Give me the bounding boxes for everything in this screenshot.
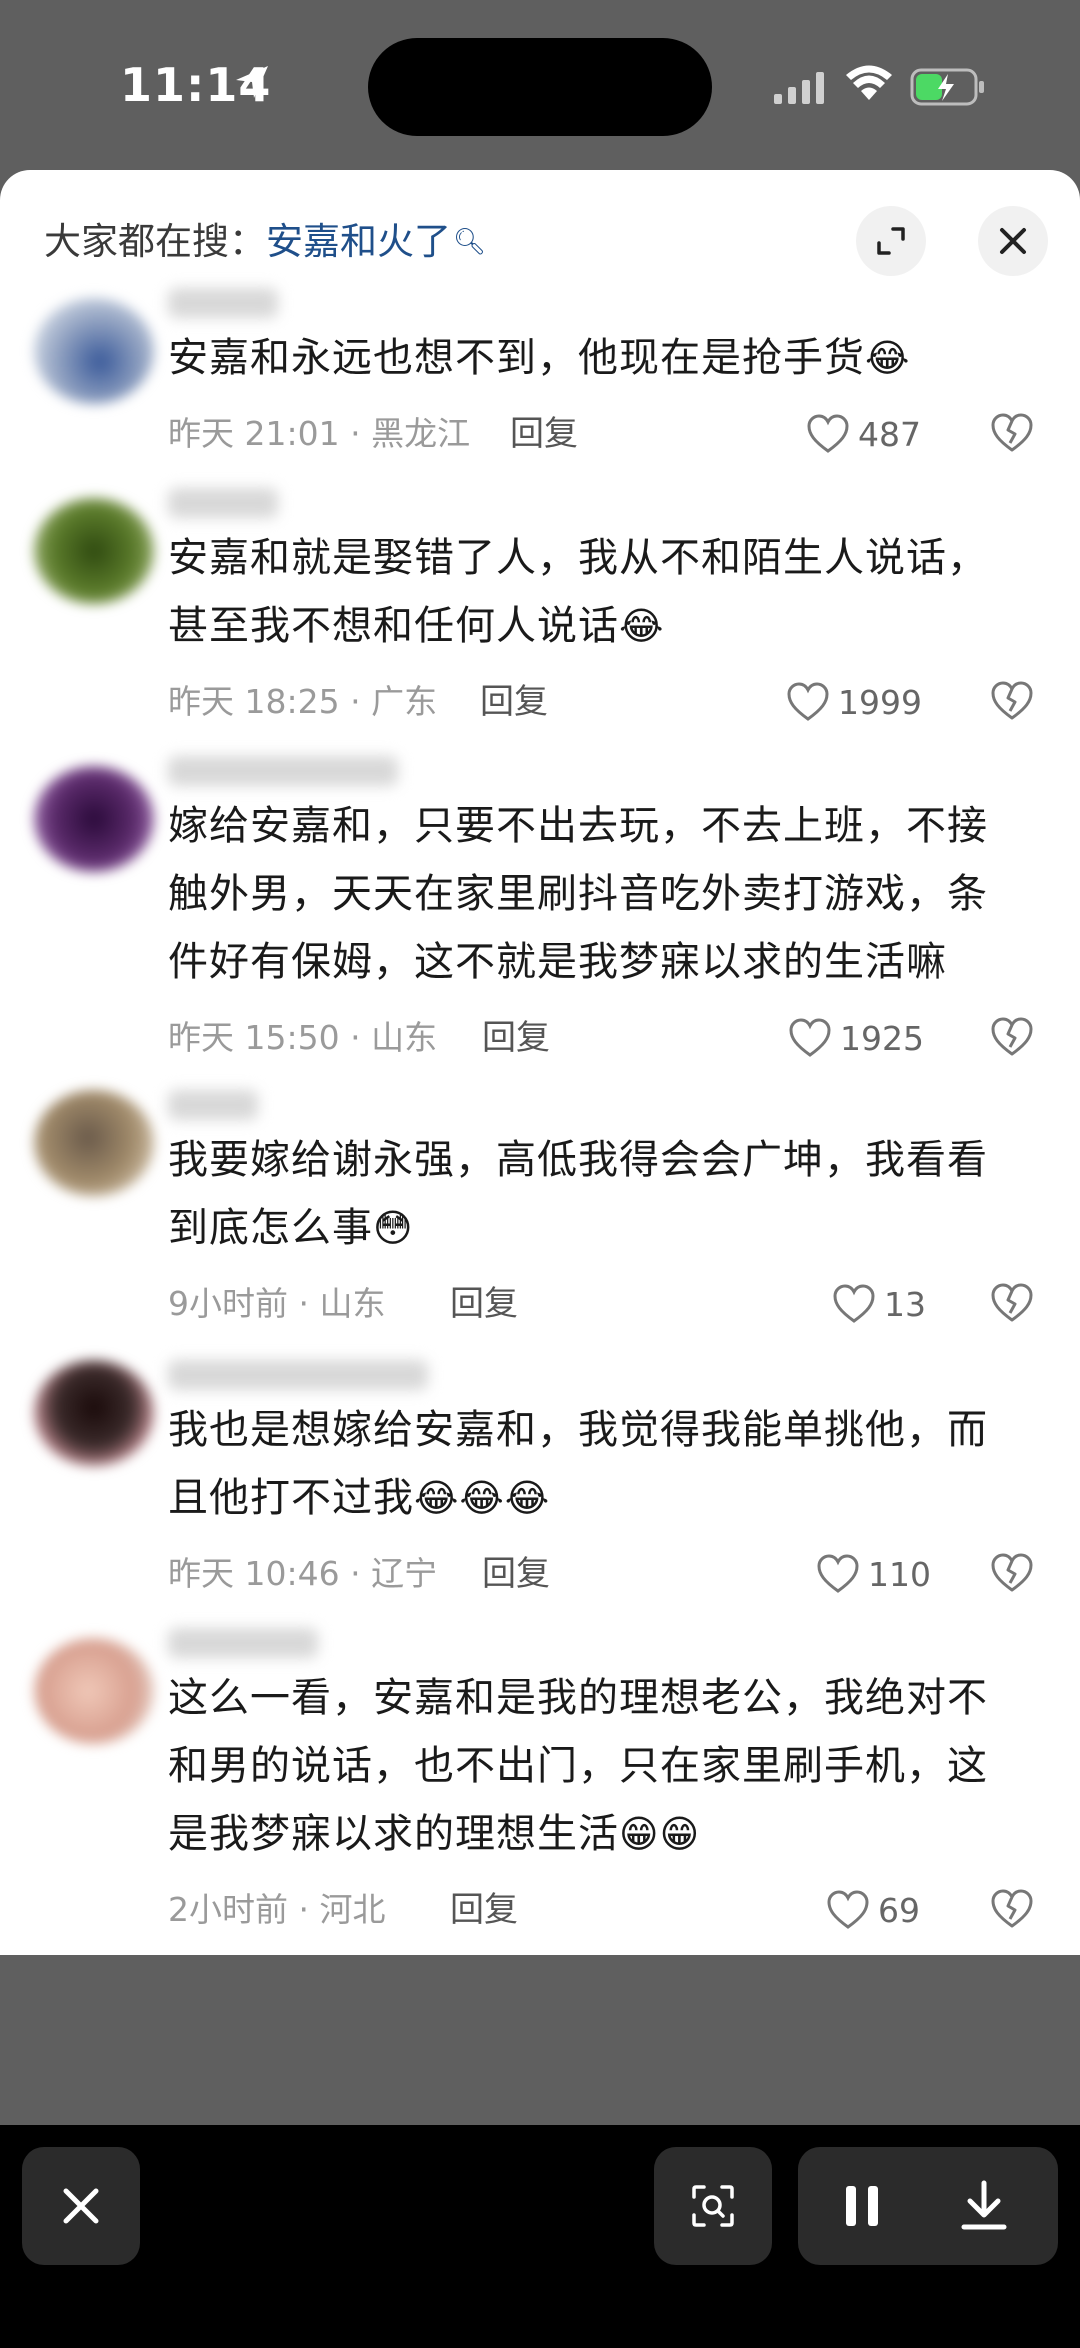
dislike-icon[interactable] — [990, 412, 1034, 454]
avatar[interactable] — [34, 1638, 154, 1744]
scan-icon — [692, 2185, 734, 2227]
emoji: 😂 — [619, 604, 665, 648]
like-count: 110 — [868, 1554, 931, 1594]
like-count: 1925 — [840, 1018, 924, 1058]
like-count: 1999 — [838, 682, 922, 722]
heart-icon — [817, 1554, 859, 1593]
playback-controls — [798, 2147, 1058, 2265]
close-sheet-button[interactable] — [978, 206, 1048, 276]
comment-text: 这么一看，安嘉和是我的理想老公，我绝对不和男的说话，也不出门，只在家里刷手机，这… — [168, 1675, 988, 1857]
wifi-icon — [846, 65, 892, 100]
dislike-icon[interactable] — [990, 680, 1034, 722]
location-arrow-icon — [236, 66, 268, 98]
comment-meta: 昨天 10:46 · 辽宁 — [168, 1554, 438, 1593]
heart-icon — [807, 414, 849, 453]
close-icon — [63, 2188, 99, 2224]
trending-search[interactable]: 大家都在搜：安嘉和火了🔍︎ — [44, 212, 486, 272]
download-icon — [961, 2180, 1007, 2230]
username-blurred[interactable] — [168, 1360, 428, 1390]
search-icon: 🔍︎ — [453, 227, 487, 257]
pause-icon — [846, 2186, 878, 2226]
username-blurred[interactable] — [168, 488, 278, 518]
reply-button[interactable]: 回复 — [480, 680, 548, 724]
comment-text: 安嘉和就是娶错了人，我从不和陌生人说话，甚至我不想和任何人说话😂 — [168, 535, 988, 649]
comment-meta: 昨天 21:01 · 黑龙江 — [168, 414, 471, 453]
reply-button[interactable]: 回复 — [482, 1552, 550, 1596]
dynamic-island — [368, 38, 712, 136]
avatar[interactable] — [34, 1090, 154, 1196]
comment-meta: 9小时前 · 山东 — [168, 1284, 386, 1323]
like-count: 13 — [884, 1284, 926, 1324]
trending-search-label: 大家都在搜： — [44, 220, 266, 263]
reply-button[interactable]: 回复 — [450, 1888, 518, 1932]
comment-text: 安嘉和永远也想不到，他现在是抢手货😂 — [168, 335, 911, 381]
close-button[interactable] — [22, 2147, 140, 2265]
dislike-icon[interactable] — [990, 1016, 1034, 1058]
comment-meta: 昨天 15:50 · 山东 — [168, 1018, 438, 1057]
dislike-icon[interactable] — [990, 1888, 1034, 1930]
comment-text: 我要嫁给谢永强，高低我得会会广坤，我看看到底怎么事😳 — [168, 1137, 988, 1251]
like-button[interactable]: 1999 — [786, 680, 922, 724]
username-blurred[interactable] — [168, 1628, 318, 1658]
heart-icon — [789, 1018, 831, 1057]
signal-icon — [774, 72, 824, 104]
download-button[interactable] — [958, 2179, 1010, 2237]
close-icon — [1000, 228, 1026, 254]
expand-icon — [877, 227, 905, 255]
comment-sheet: 大家都在搜：安嘉和火了🔍︎ 安嘉和永远也想不到，他现在是抢手货😂 昨天 21:0… — [0, 170, 1080, 1955]
avatar[interactable] — [34, 298, 154, 404]
scan-button[interactable] — [654, 2147, 772, 2265]
like-button[interactable]: 1925 — [788, 1016, 924, 1060]
comment-text: 我也是想嫁给安嘉和，我觉得我能单挑他，而且他打不过我😂😂😂 — [168, 1407, 988, 1521]
username-blurred[interactable] — [168, 1090, 258, 1120]
comment-text: 嫁给安嘉和，只要不出去玩，不去上班，不接触外男，天天在家里刷抖音吃外卖打游戏，条… — [168, 803, 988, 985]
username-blurred[interactable] — [168, 288, 278, 318]
username-blurred[interactable] — [168, 756, 398, 786]
dislike-icon[interactable] — [990, 1552, 1034, 1594]
like-count: 487 — [858, 414, 921, 454]
heart-icon — [833, 1284, 875, 1323]
reply-button[interactable]: 回复 — [450, 1282, 518, 1326]
emoji: 😳 — [373, 1206, 414, 1250]
bottom-toolbar — [0, 2125, 1080, 2348]
like-button[interactable]: 110 — [816, 1552, 931, 1596]
battery-charging-icon — [910, 68, 984, 106]
emoji: 😂😂😂 — [414, 1476, 551, 1520]
like-count: 69 — [878, 1890, 920, 1930]
like-button[interactable]: 69 — [826, 1888, 920, 1932]
expand-button[interactable] — [856, 206, 926, 276]
heart-icon — [827, 1890, 869, 1929]
trending-search-term[interactable]: 安嘉和火了 — [266, 220, 451, 263]
heart-icon — [787, 682, 829, 721]
reply-button[interactable]: 回复 — [510, 412, 578, 456]
comment-meta: 2小时前 · 河北 — [168, 1890, 386, 1929]
pause-button[interactable] — [840, 2183, 884, 2233]
like-button[interactable]: 487 — [806, 412, 921, 456]
reply-button[interactable]: 回复 — [482, 1016, 550, 1060]
like-button[interactable]: 13 — [832, 1282, 926, 1326]
emoji: 😁😁 — [619, 1812, 701, 1856]
avatar[interactable] — [34, 498, 154, 604]
comment-meta: 昨天 18:25 · 广东 — [168, 682, 438, 721]
backdrop — [0, 1955, 1080, 2125]
avatar[interactable] — [34, 766, 154, 872]
avatar[interactable] — [34, 1360, 154, 1466]
emoji: 😂 — [865, 336, 911, 380]
status-bar: 11:14 — [0, 0, 1080, 170]
dislike-icon[interactable] — [990, 1282, 1034, 1324]
